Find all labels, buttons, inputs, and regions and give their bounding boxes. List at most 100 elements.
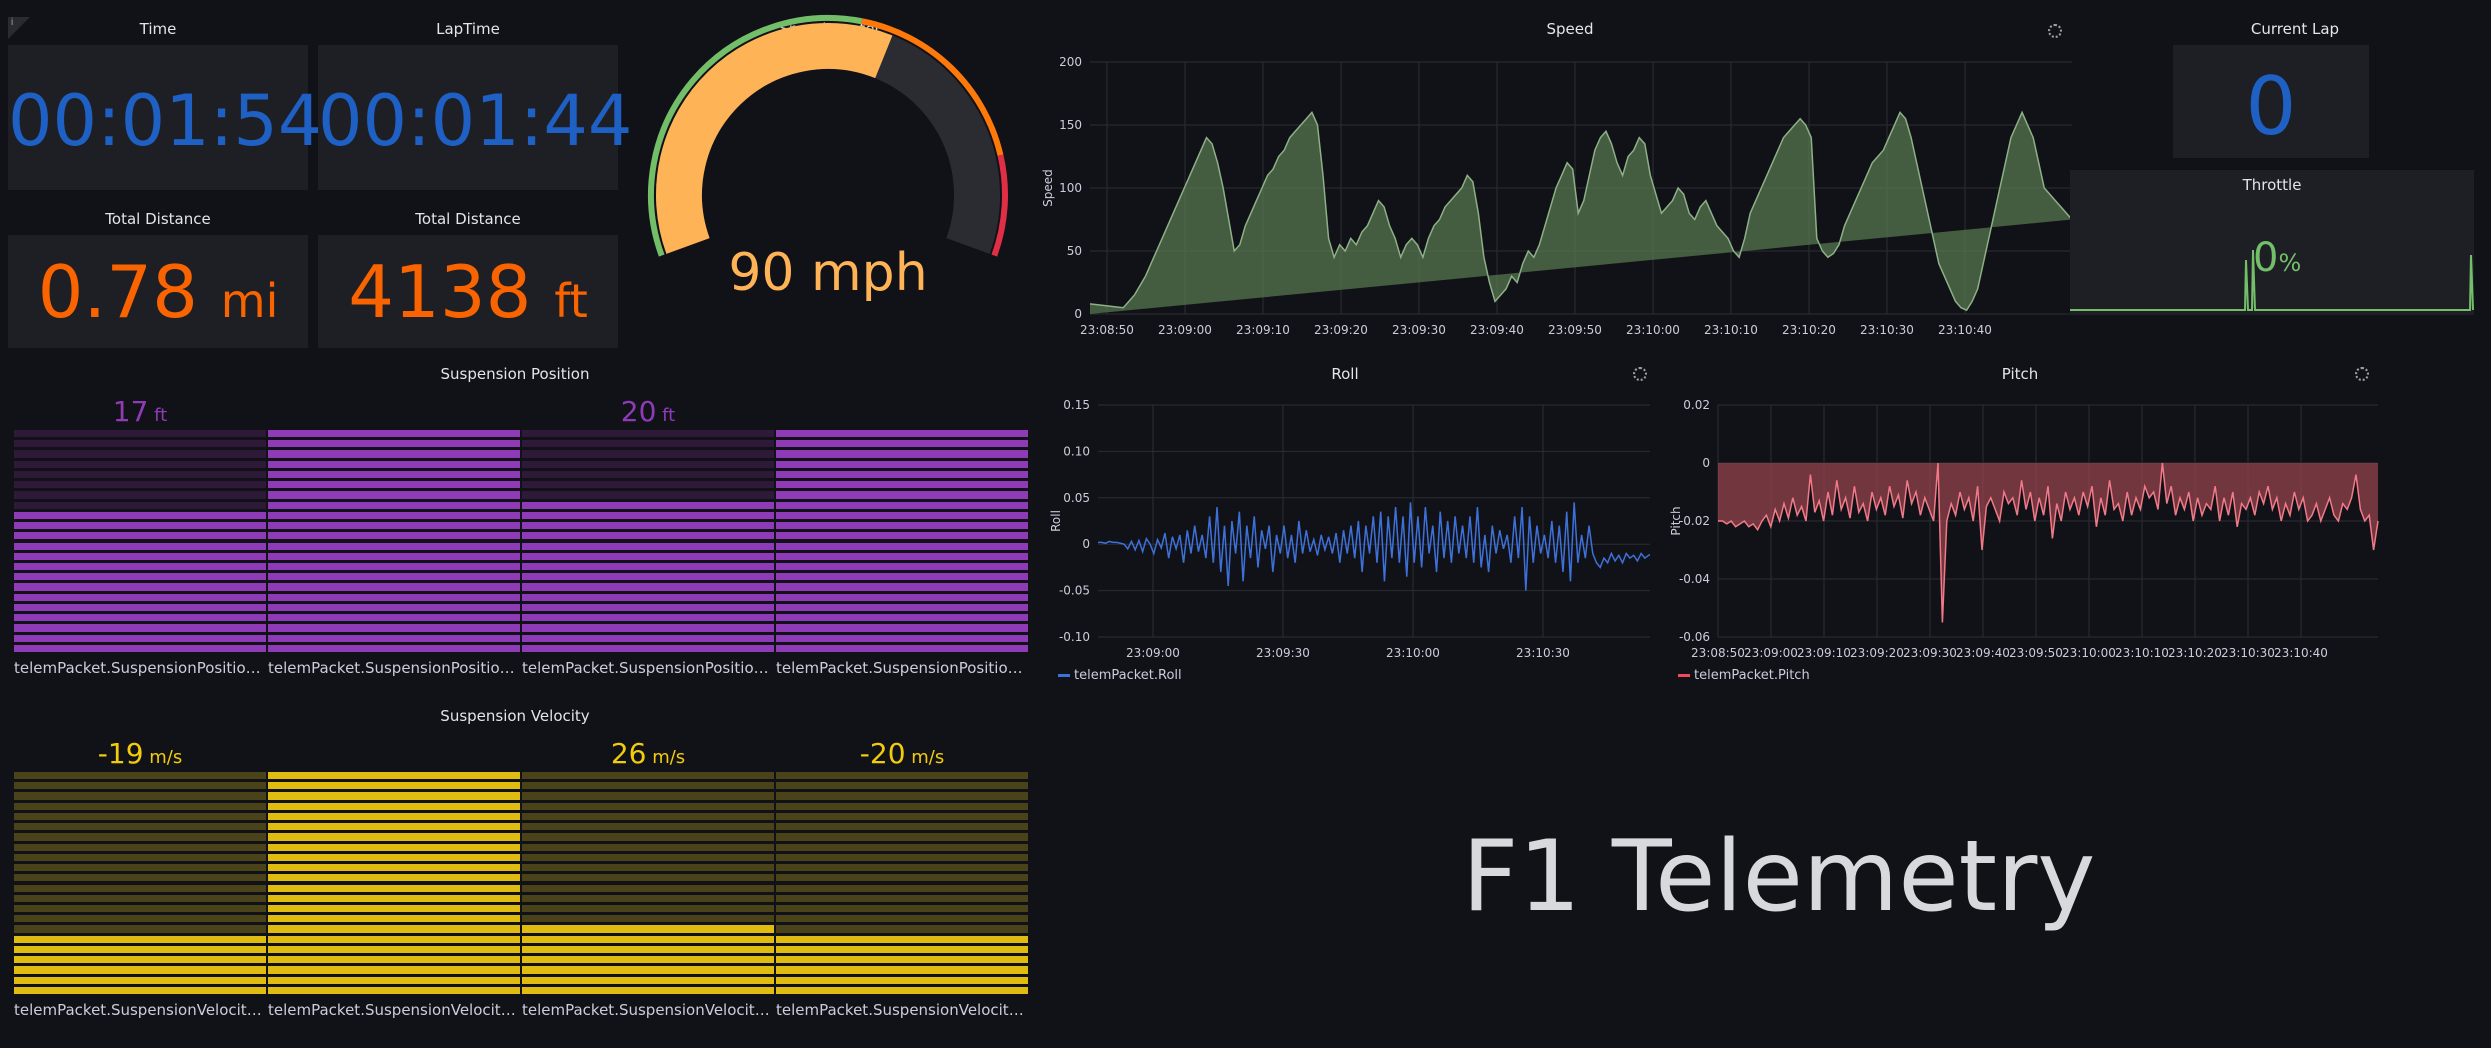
- bar-segment: [522, 603, 774, 612]
- bar-segment: [776, 522, 1028, 530]
- bar-segment: [14, 864, 266, 872]
- x-tick-label: 23:08:50: [1691, 646, 1745, 660]
- x-tick-label: 23:10:10: [1704, 323, 1758, 337]
- bar-segment: [522, 986, 774, 994]
- bar-gauge-value: -20 m/s: [776, 737, 1028, 770]
- bar-segment: [268, 956, 520, 964]
- bar-segment: [14, 542, 266, 550]
- bar-segment: [776, 945, 1028, 954]
- bar-gauge-number: -20: [859, 737, 906, 770]
- bar-segment: [776, 935, 1028, 943]
- bar-segment: [522, 925, 774, 933]
- bar-segment: [522, 511, 774, 520]
- bar-segment: [522, 430, 774, 438]
- x-tick-label: 23:09:20: [1850, 646, 1904, 660]
- x-tick-label: 23:09:10: [1797, 646, 1851, 660]
- bar-gauge: [14, 772, 266, 997]
- bar-segment: [522, 470, 774, 479]
- bar-gauge: [522, 430, 774, 655]
- bar-segment: [522, 593, 774, 601]
- speed-gauge: 90 mph: [648, 15, 1008, 303]
- stat-unit: mi: [220, 274, 279, 328]
- bar-segment: [776, 976, 1028, 984]
- y-tick-label: 50: [1067, 244, 1082, 258]
- bar-segment: [522, 562, 774, 571]
- bar-segment: [522, 966, 774, 974]
- bar-gauge-label: telemPacket.SuspensionPositionFront...: [268, 659, 520, 677]
- bar-segment: [268, 583, 520, 591]
- bar-segment: [268, 450, 520, 458]
- legend-label: telemPacket.Roll: [1074, 668, 1182, 683]
- bar-segment: [776, 460, 1028, 468]
- panel-throttle: Throttle 0%: [2070, 170, 2474, 315]
- bar-gauge-unit: ft: [656, 405, 676, 426]
- bar-segment: [522, 644, 774, 652]
- x-tick-label: 23:10:10: [2115, 646, 2169, 660]
- stat-unit: ft: [554, 274, 588, 328]
- bar-segment: [268, 884, 520, 892]
- bar-segment: [522, 782, 774, 790]
- bar-segment: [268, 624, 520, 632]
- bar-segment: [776, 864, 1028, 872]
- bar-segment: [776, 802, 1028, 810]
- stat-value: 4138 ft: [318, 250, 618, 334]
- bar-segment: [522, 853, 774, 862]
- bar-segment: [14, 593, 266, 601]
- bar-segment: [14, 874, 266, 882]
- bar-segment: [14, 430, 266, 438]
- bar-segment: [522, 460, 774, 468]
- panel-distance-ft: Total Distance 4138 ft: [310, 190, 626, 350]
- bar-segment: [14, 915, 266, 923]
- bar-segment: [14, 481, 266, 489]
- bar-segment: [268, 864, 520, 872]
- bar-segment: [776, 925, 1028, 933]
- bar-segment: [14, 782, 266, 790]
- bar-segment: [776, 481, 1028, 489]
- bar-segment: [268, 573, 520, 581]
- bar-segment: [522, 812, 774, 821]
- bar-gauge-number: -19: [97, 737, 144, 770]
- legend-item[interactable]: telemPacket.Pitch: [1678, 668, 1810, 683]
- bar-segment: [268, 833, 520, 841]
- bar-gauge-number: 17: [112, 395, 149, 428]
- bar-segment: [268, 593, 520, 601]
- bar-segment: [268, 782, 520, 790]
- bar-segment: [522, 552, 774, 560]
- panel-title: LapTime: [436, 20, 500, 38]
- y-axis-label: Speed: [1041, 169, 1055, 207]
- panel-speed-chart: Speed 0 50 100 150 200 23:08:50 23:09:00 23:09:…: [1040, 0, 2100, 350]
- bar-segment: [522, 792, 774, 800]
- bar-segment: [14, 843, 266, 851]
- x-tick-label: 23:09:10: [1236, 323, 1290, 337]
- bar-segment: [268, 614, 520, 622]
- bar-segment: [776, 772, 1028, 780]
- bar-segment: [776, 450, 1028, 458]
- stat-number: 0.78: [37, 250, 198, 334]
- panel-laptime: LapTime 00:01:44: [310, 0, 632, 190]
- bar-segment: [268, 644, 520, 652]
- x-tick-label: 23:10:30: [2221, 646, 2275, 660]
- bar-gauge-label: telemPacket.SuspensionVelocityRearR...: [776, 1001, 1028, 1019]
- bar-gauge-unit: m/s: [143, 747, 183, 768]
- bar-segment: [14, 603, 266, 612]
- bar-segment: [522, 935, 774, 943]
- bar-segment: [268, 491, 520, 499]
- bar-segment: [776, 884, 1028, 892]
- series-line: [1098, 502, 1650, 591]
- x-tick-label: 23:09:30: [1392, 323, 1446, 337]
- bar-segment: [776, 562, 1028, 571]
- bar-segment: [14, 956, 266, 964]
- legend-item[interactable]: telemPacket.Roll: [1058, 668, 1182, 683]
- bar-gauge-label: telemPacket.SuspensionVelocityFront...: [268, 1001, 520, 1019]
- stat-background: 00:01:44: [318, 45, 632, 190]
- bar-segment: [522, 542, 774, 550]
- bar-segment: [14, 833, 266, 841]
- bar-segment: [522, 945, 774, 954]
- bar-segment: [14, 491, 266, 499]
- y-axis-label: Roll: [1049, 510, 1063, 532]
- panel-title: Time: [139, 20, 177, 38]
- bar-segment: [14, 460, 266, 468]
- y-tick-label: -0.04: [1679, 572, 1710, 586]
- bar-segment: [268, 460, 520, 468]
- bar-segment: [14, 511, 266, 520]
